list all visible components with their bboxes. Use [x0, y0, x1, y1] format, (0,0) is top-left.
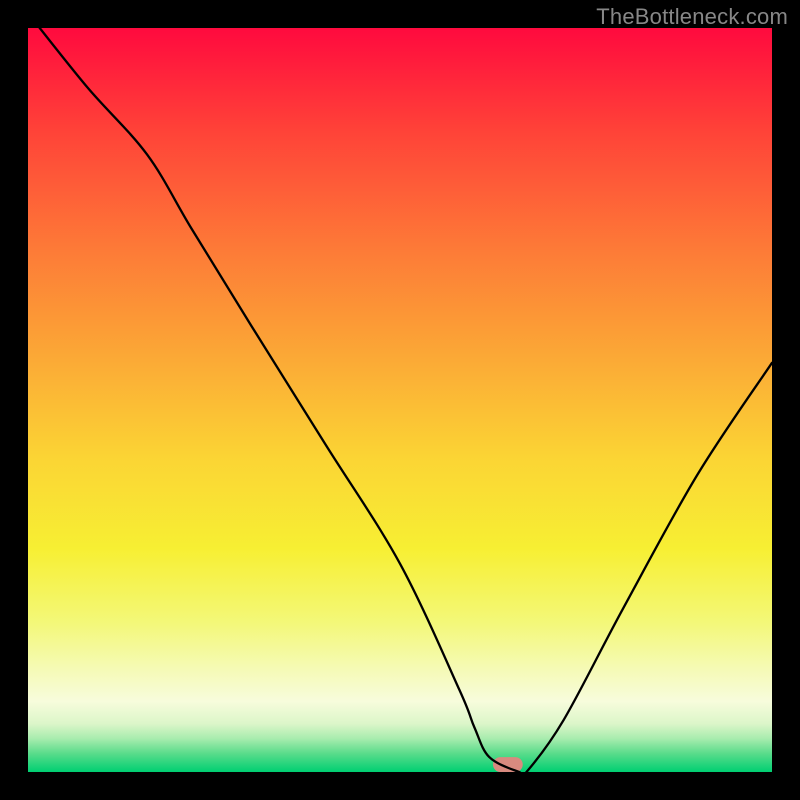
plot-area	[28, 28, 772, 772]
chart-svg	[28, 28, 772, 772]
watermark-text: TheBottleneck.com	[596, 4, 788, 30]
gradient-background	[28, 28, 772, 772]
minimum-marker	[493, 757, 523, 772]
chart-frame: TheBottleneck.com	[0, 0, 800, 800]
